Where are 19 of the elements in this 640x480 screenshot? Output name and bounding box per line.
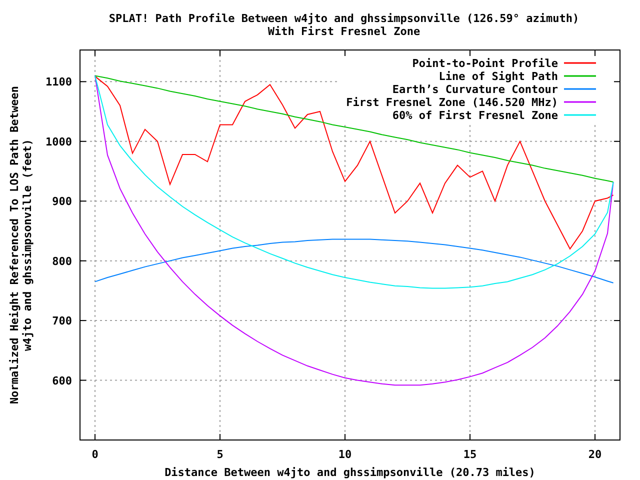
- y-tick-label: 700: [52, 314, 72, 328]
- legend-label: Earth’s Curvature Contour: [392, 83, 558, 96]
- chart-title: SPLAT! Path Profile Between w4jto and ghssimpsonville (126.59° azimuth) With First Fresnel Zone: [108, 12, 580, 38]
- x-tick-label: 20: [588, 448, 602, 461]
- x-axis-label: Distance Between w4jto and ghssimpsonville (20.73 miles): [164, 466, 536, 479]
- legend-label: Point-to-Point Profile: [412, 57, 558, 70]
- y-tick-label: 800: [52, 254, 72, 268]
- y-tick-label: 900: [52, 195, 72, 208]
- y-axis-label: Normalized Height Referenced To LOS Path Between w4jto and ghssimpsonville (feet): [8, 86, 34, 404]
- x-tick-label: 15: [463, 448, 477, 461]
- legend-label: First Fresnel Zone (146.520 MHz): [346, 96, 558, 109]
- legend-label: 60% of First Fresnel Zone: [392, 109, 558, 122]
- x-tick-label: 0: [92, 448, 98, 461]
- x-tick-label: 5: [216, 448, 224, 461]
- x-tick-label: 10: [338, 448, 352, 461]
- y-tick-label: 600: [52, 374, 72, 388]
- legend-label: Line of Sight Path: [438, 70, 558, 83]
- y-tick-label: 1000: [46, 135, 72, 148]
- y-tick-label: 1100: [46, 76, 72, 89]
